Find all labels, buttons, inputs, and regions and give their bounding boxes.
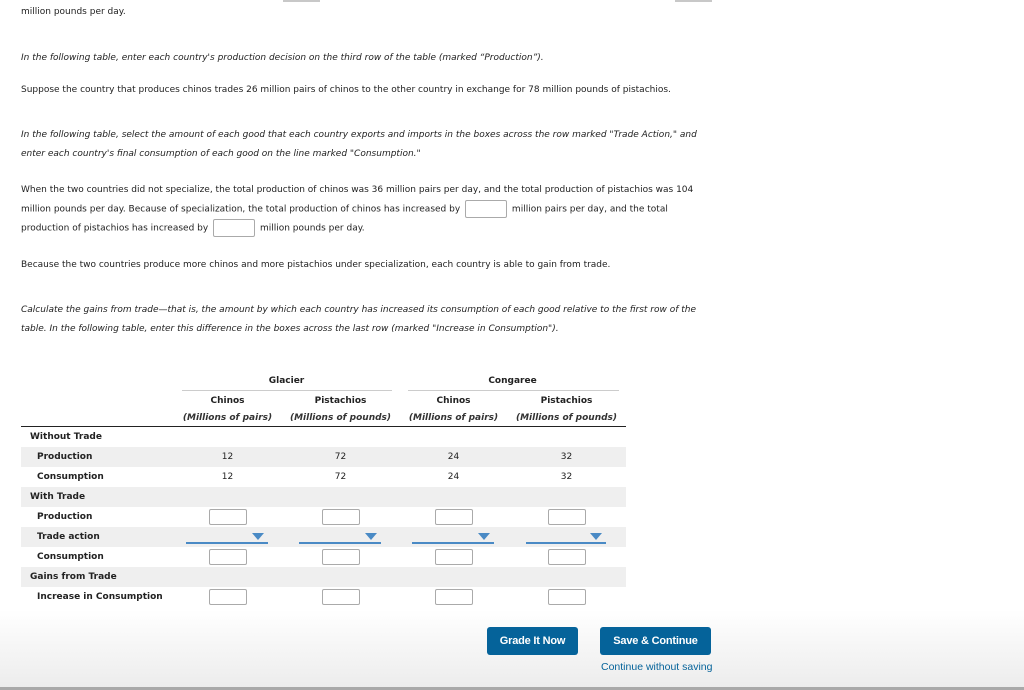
gains-instruction-line-2: table. In the following table, enter thi…: [21, 324, 559, 334]
country-header-glacier: Glacier: [268, 376, 305, 386]
group-label: Without Trade: [30, 432, 102, 442]
save-and-continue-button[interactable]: Save & Continue: [600, 627, 711, 655]
value-cell: 24: [447, 472, 460, 482]
increase-input-glacier-pistachios[interactable]: [321, 589, 360, 605]
chinos-increase-input[interactable]: [465, 200, 508, 218]
group-label: Gains from Trade: [30, 572, 117, 582]
value-cell: 32: [560, 472, 573, 482]
table-row-trade-action: Trade action: [21, 527, 626, 547]
specialization-line-1: When the two countries did not specializ…: [21, 185, 694, 195]
trade-assumption: Suppose the country that produces chinos…: [21, 85, 671, 95]
group-row-without-trade: Without Trade: [21, 427, 626, 447]
value-cell: 12: [221, 452, 234, 462]
increase-input-congaree-pistachios[interactable]: [547, 589, 586, 605]
value-cell: 32: [560, 452, 573, 462]
row-label: Production: [37, 452, 93, 462]
row-label: Production: [37, 512, 93, 522]
dropdown-underline: [412, 542, 494, 544]
trade-instruction-line-2: enter each country's final consumption o…: [21, 149, 421, 159]
consumption-input-glacier-pistachios[interactable]: [321, 549, 360, 565]
header-divider: [182, 390, 392, 391]
dropdown-underline: [186, 542, 268, 544]
column-header-chinos: Chinos: [436, 396, 471, 406]
table-row-with-trade-consumption: Consumption: [21, 547, 626, 567]
specialization-line-2: million pounds per day. Because of speci…: [21, 200, 668, 219]
increase-input-glacier-chinos[interactable]: [208, 589, 247, 605]
table-row-increase-in-consumption: Increase in Consumption: [21, 587, 626, 607]
specialization-text: million pounds per day. Because of speci…: [21, 204, 461, 215]
table-row-with-trade-production: Production: [21, 507, 626, 527]
production-input-glacier-chinos[interactable]: [208, 509, 247, 525]
intro-line-0: million pounds per day.: [21, 7, 126, 17]
table-row-consumption: Consumption 12 72 24 32: [21, 467, 626, 487]
column-unit: (Millions of pounds): [515, 413, 618, 423]
trade-action-dropdown-congaree-chinos[interactable]: [412, 527, 494, 547]
trade-action-dropdown-glacier-pistachios[interactable]: [299, 527, 381, 547]
value-cell: 72: [334, 452, 347, 462]
group-row-gains-from-trade: Gains from Trade: [21, 567, 626, 587]
header-divider: [408, 390, 619, 391]
group-row-with-trade: With Trade: [21, 487, 626, 507]
row-label: Consumption: [37, 552, 104, 562]
consumption-input-congaree-pistachios[interactable]: [547, 549, 586, 565]
dropdown-arrow-icon: [365, 533, 377, 540]
table-row-production: Production 12 72 24 32: [21, 447, 626, 467]
trade-action-dropdown-congaree-pistachios[interactable]: [526, 527, 606, 547]
value-cell: 12: [221, 472, 234, 482]
dropdown-arrow-icon: [252, 533, 264, 540]
column-header-pistachios: Pistachios: [314, 396, 367, 406]
column-header-chinos: Chinos: [210, 396, 245, 406]
dropdown-arrow-icon: [590, 533, 602, 540]
specialization-text: million pounds per day.: [259, 223, 365, 234]
previous-input-edge: [283, 0, 320, 2]
gain-statement: Because the two countries produce more c…: [21, 260, 611, 270]
value-cell: 24: [447, 452, 460, 462]
increase-input-congaree-chinos[interactable]: [434, 589, 473, 605]
country-header-congaree: Congaree: [488, 376, 537, 386]
column-unit: (Millions of pounds): [289, 413, 392, 423]
dropdown-underline: [526, 542, 606, 544]
specialization-text: million pairs per day, and the total: [511, 204, 668, 215]
row-label: Trade action: [37, 532, 100, 542]
production-input-glacier-pistachios[interactable]: [321, 509, 360, 525]
trade-action-dropdown-glacier-chinos[interactable]: [186, 527, 268, 547]
value-cell: 72: [334, 472, 347, 482]
trade-instruction-line-1: In the following table, select the amoun…: [21, 130, 697, 140]
specialization-line-3: production of pistachios has increased b…: [21, 219, 365, 238]
production-input-congaree-pistachios[interactable]: [547, 509, 586, 525]
group-label: With Trade: [30, 492, 86, 502]
production-input-congaree-chinos[interactable]: [434, 509, 473, 525]
production-instruction: In the following table, enter each count…: [21, 53, 544, 63]
consumption-input-glacier-chinos[interactable]: [208, 549, 247, 565]
grade-it-now-button[interactable]: Grade It Now: [487, 627, 578, 655]
row-label: Consumption: [37, 472, 104, 482]
column-unit: (Millions of pairs): [182, 413, 273, 423]
previous-input-edge: [675, 0, 712, 2]
pistachios-increase-input[interactable]: [213, 219, 256, 237]
continue-without-saving-link[interactable]: Continue without saving: [601, 661, 713, 673]
specialization-text: production of pistachios has increased b…: [21, 223, 209, 234]
dropdown-arrow-icon: [478, 533, 490, 540]
dropdown-underline: [299, 542, 381, 544]
column-unit: (Millions of pairs): [408, 413, 499, 423]
row-label: Increase in Consumption: [37, 592, 163, 602]
consumption-input-congaree-chinos[interactable]: [434, 549, 473, 565]
gains-instruction-line-1: Calculate the gains from trade—that is, …: [21, 305, 697, 315]
column-header-pistachios: Pistachios: [540, 396, 593, 406]
